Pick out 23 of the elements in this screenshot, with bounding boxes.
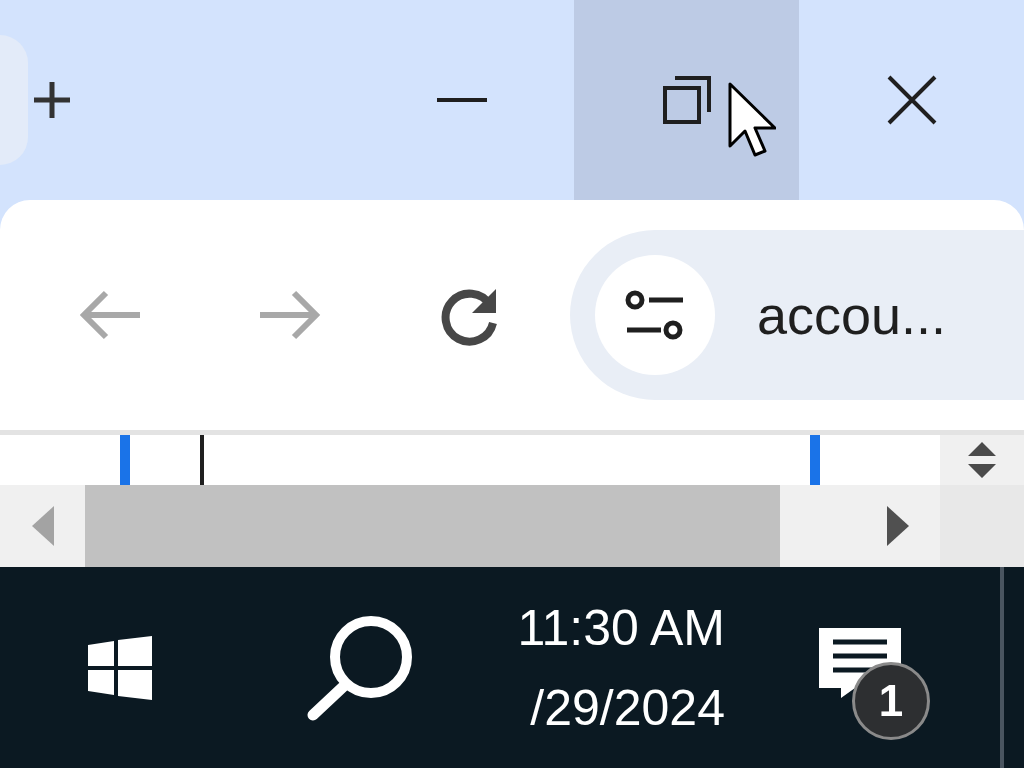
- windows-logo-icon[interactable]: [88, 635, 152, 700]
- address-bar[interactable]: accou...: [570, 230, 1024, 400]
- restore-icon: [660, 74, 713, 126]
- notification-badge: 1: [852, 661, 930, 740]
- selection-marker: [120, 435, 130, 485]
- forward-arrow-icon: [258, 290, 322, 340]
- back-arrow-icon: [78, 290, 142, 340]
- selection-marker: [810, 435, 820, 485]
- clock[interactable]: 11:30 AM /29/2024: [465, 598, 725, 737]
- clock-date: /29/2024: [530, 678, 725, 737]
- mouse-pointer-icon: [728, 82, 776, 158]
- search-icon[interactable]: [305, 614, 415, 721]
- new-tab-button[interactable]: [32, 80, 72, 120]
- restore-button[interactable]: [574, 0, 799, 200]
- text-field[interactable]: [0, 435, 940, 485]
- spinner-icon[interactable]: [968, 442, 996, 478]
- text-cursor: [200, 435, 204, 485]
- close-icon: [885, 74, 938, 126]
- clock-time: 11:30 AM: [517, 598, 725, 657]
- minimize-icon: [436, 98, 487, 102]
- url-text: accou...: [757, 284, 947, 346]
- scroll-right-icon[interactable]: [886, 506, 909, 546]
- scrollbar-thumb[interactable]: [85, 485, 780, 567]
